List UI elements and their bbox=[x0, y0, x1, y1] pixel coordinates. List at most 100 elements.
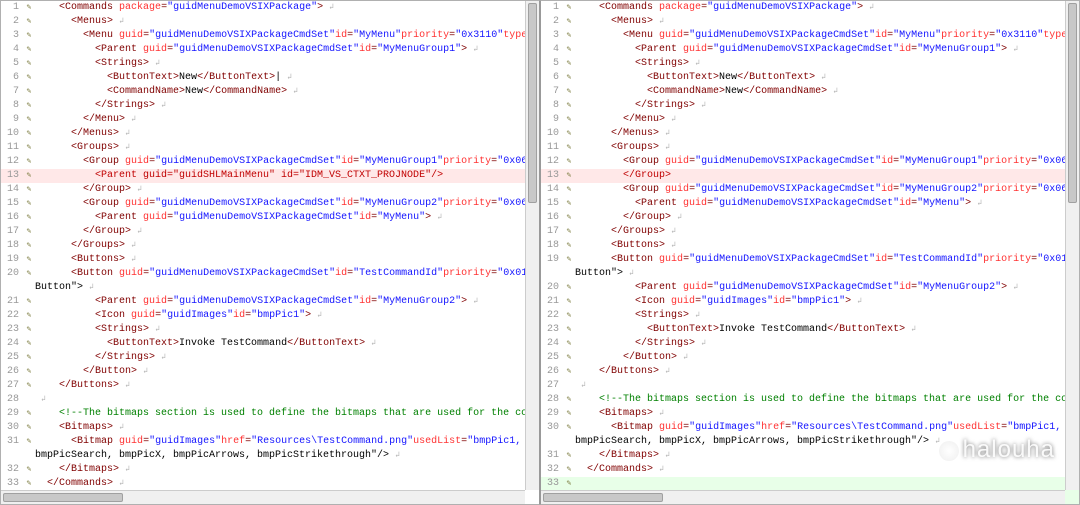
code-source[interactable]: </Strings> ↲ bbox=[575, 337, 1079, 351]
code-source[interactable]: </Group>✖ bbox=[575, 169, 1079, 183]
scroll-thumb[interactable] bbox=[528, 3, 537, 203]
code-source[interactable]: <!--The bitmaps section is used to defin… bbox=[575, 393, 1079, 407]
code-source[interactable]: <Parent guid="guidMenuDemoVSIXPackageCmd… bbox=[575, 197, 1079, 211]
code-source[interactable]: <!--The bitmaps section is used to defin… bbox=[35, 407, 539, 421]
left-scrollbar-horizontal[interactable] bbox=[1, 490, 525, 504]
code-source[interactable]: <Buttons> ↲ bbox=[35, 253, 539, 267]
code-source[interactable]: <Groups> ↲ bbox=[35, 141, 539, 155]
left-scrollbar-vertical[interactable] bbox=[525, 1, 539, 490]
code-source[interactable]: </Commands> ↲ bbox=[575, 463, 1079, 477]
code-line[interactable]: 5✎ <Strings> ↲ bbox=[541, 57, 1079, 71]
scroll-thumb[interactable] bbox=[543, 493, 663, 502]
code-line[interactable]: 15✎ <Parent guid="guidMenuDemoVSIXPackag… bbox=[541, 197, 1079, 211]
code-line[interactable]: 26✎ </Buttons> ↲ bbox=[541, 365, 1079, 379]
code-line[interactable]: 12✎ <Group guid="guidMenuDemoVSIXPackage… bbox=[1, 155, 539, 169]
code-line[interactable]: 27 ↲ bbox=[541, 379, 1079, 393]
code-source[interactable]: <Bitmaps> ↲ bbox=[35, 421, 539, 435]
code-line[interactable]: 9✎ </Menu> ↲ bbox=[541, 113, 1079, 127]
code-source[interactable]: </Bitmaps> ↲ bbox=[35, 463, 539, 477]
code-source[interactable]: </Menus> ↲ bbox=[575, 127, 1079, 141]
code-source[interactable]: </Button> ↲ bbox=[35, 365, 539, 379]
code-source[interactable]: </Menu> ↲ bbox=[35, 113, 539, 127]
code-line[interactable]: 10✎ </Menus> ↲ bbox=[541, 127, 1079, 141]
code-line[interactable]: 7✎ <CommandName>New</CommandName> ↲ bbox=[541, 85, 1079, 99]
code-source[interactable]: <Strings> ↲ bbox=[575, 57, 1079, 71]
code-source[interactable]: <ButtonText>New</ButtonText>| ↲ bbox=[35, 71, 539, 85]
code-line[interactable]: 13✎ </Group>✖ bbox=[541, 169, 1079, 183]
code-source[interactable]: <CommandName>New</CommandName> ↲ bbox=[575, 85, 1079, 99]
code-line[interactable]: 33✎✖ bbox=[541, 477, 1079, 491]
code-line[interactable]: 22✎ <Strings> ↲ bbox=[541, 309, 1079, 323]
code-line[interactable]: 11✎ <Groups> ↲ bbox=[541, 141, 1079, 155]
code-source[interactable]: <Menu guid="guidMenuDemoVSIXPackageCmdSe… bbox=[35, 29, 539, 43]
code-line[interactable]: 31✎ <Bitmap guid="guidImages"href="Resou… bbox=[1, 435, 539, 449]
code-source[interactable]: <Bitmaps> ↲ bbox=[575, 407, 1079, 421]
code-source[interactable]: <Icon guid="guidImages"id="bmpPic1"> ↲ bbox=[35, 309, 539, 323]
code-line[interactable]: 22✎ <Icon guid="guidImages"id="bmpPic1">… bbox=[1, 309, 539, 323]
code-line[interactable]: 30✎ <Bitmaps> ↲ bbox=[1, 421, 539, 435]
code-line[interactable]: 30✎ <Bitmap guid="guidImages"href="Resou… bbox=[541, 421, 1079, 435]
code-line[interactable]: bmpPicSearch, bmpPicX, bmpPicArrows, bmp… bbox=[541, 435, 1079, 449]
code-line[interactable]: 21✎ <Icon guid="guidImages"id="bmpPic1">… bbox=[541, 295, 1079, 309]
code-source[interactable]: <Icon guid="guidImages"id="bmpPic1"> ↲ bbox=[575, 295, 1079, 309]
code-line[interactable]: Button"> ↲ bbox=[1, 281, 539, 295]
code-source[interactable]: <Menus> ↲ bbox=[575, 15, 1079, 29]
code-source[interactable]: </Button> ↲ bbox=[575, 351, 1079, 365]
code-line[interactable]: 24✎ <ButtonText>Invoke TestCommand</Butt… bbox=[1, 337, 539, 351]
code-line[interactable]: 9✎ </Menu> ↲ bbox=[1, 113, 539, 127]
code-line[interactable]: 25✎ </Strings> ↲ bbox=[1, 351, 539, 365]
code-line[interactable]: 20✎ <Parent guid="guidMenuDemoVSIXPackag… bbox=[541, 281, 1079, 295]
code-source[interactable]: <Parent guid="guidMenuDemoVSIXPackageCmd… bbox=[35, 211, 539, 225]
code-source[interactable]: <Group guid="guidMenuDemoVSIXPackageCmdS… bbox=[575, 155, 1079, 169]
code-line[interactable]: 23✎ <Strings> ↲ bbox=[1, 323, 539, 337]
code-source[interactable]: <Parent guid="guidMenuDemoVSIXPackageCmd… bbox=[35, 43, 539, 57]
code-source[interactable]: <Strings> ↲ bbox=[575, 309, 1079, 323]
code-line[interactable]: 26✎ </Button> ↲ bbox=[1, 365, 539, 379]
code-source[interactable]: <Parent guid="guidSHLMainMenu" id="IDM_V… bbox=[35, 169, 539, 183]
code-source[interactable]: ↲ bbox=[35, 393, 539, 407]
code-source[interactable]: </Bitmaps> ↲ bbox=[575, 449, 1079, 463]
code-source[interactable]: </Buttons> ↲ bbox=[35, 379, 539, 393]
code-source[interactable]: <Menu guid="guidMenuDemoVSIXPackageCmdSe… bbox=[575, 29, 1079, 43]
right-code-area[interactable]: 1✎ <Commands package="guidMenuDemoVSIXPa… bbox=[541, 1, 1079, 504]
code-line[interactable]: 20✎ <Button guid="guidMenuDemoVSIXPackag… bbox=[1, 267, 539, 281]
code-source[interactable]: bmpPicSearch, bmpPicX, bmpPicArrows, bmp… bbox=[575, 435, 1079, 449]
code-source[interactable]: <Bitmap guid="guidImages"href="Resources… bbox=[575, 421, 1079, 435]
code-line[interactable]: 25✎ </Button> ↲ bbox=[541, 351, 1079, 365]
code-source[interactable]: <Strings> ↲ bbox=[35, 323, 539, 337]
code-line[interactable]: 24✎ </Strings> ↲ bbox=[541, 337, 1079, 351]
code-source[interactable]: bmpPicSearch, bmpPicX, bmpPicArrows, bmp… bbox=[35, 449, 539, 463]
code-source[interactable]: </Strings> ↲ bbox=[35, 99, 539, 113]
code-source[interactable]: </Group> ↲ bbox=[575, 211, 1079, 225]
code-line[interactable]: 10✎ </Menus> ↲ bbox=[1, 127, 539, 141]
code-line[interactable]: 14✎ <Group guid="guidMenuDemoVSIXPackage… bbox=[541, 183, 1079, 197]
code-line[interactable]: Button"> ↲ bbox=[541, 267, 1079, 281]
code-line[interactable]: 4✎ <Parent guid="guidMenuDemoVSIXPackage… bbox=[541, 43, 1079, 57]
code-source[interactable]: </Menu> ↲ bbox=[575, 113, 1079, 127]
code-source[interactable]: <Commands package="guidMenuDemoVSIXPacka… bbox=[35, 1, 539, 15]
code-source[interactable]: </Groups> ↲ bbox=[575, 225, 1079, 239]
code-line[interactable]: 15✎ <Group guid="guidMenuDemoVSIXPackage… bbox=[1, 197, 539, 211]
code-source[interactable]: </Group> ↲ bbox=[35, 183, 539, 197]
code-source[interactable]: <Commands package="guidMenuDemoVSIXPacka… bbox=[575, 1, 1079, 15]
code-line[interactable]: 4✎ <Parent guid="guidMenuDemoVSIXPackage… bbox=[1, 43, 539, 57]
code-line[interactable]: 18✎ <Buttons> ↲ bbox=[541, 239, 1079, 253]
code-line[interactable]: 23✎ <ButtonText>Invoke TestCommand</Butt… bbox=[541, 323, 1079, 337]
code-line[interactable]: 13✎ <Parent guid="guidSHLMainMenu" id="I… bbox=[1, 169, 539, 183]
code-line[interactable]: 6✎ <ButtonText>New</ButtonText> ↲ bbox=[541, 71, 1079, 85]
code-source[interactable]: <Menus> ↲ bbox=[35, 15, 539, 29]
code-line[interactable]: 1✎ <Commands package="guidMenuDemoVSIXPa… bbox=[1, 1, 539, 15]
code-source[interactable]: <Group guid="guidMenuDemoVSIXPackageCmdS… bbox=[35, 155, 539, 169]
code-source[interactable]: </Strings> ↲ bbox=[575, 99, 1079, 113]
code-line[interactable]: 11✎ <Groups> ↲ bbox=[1, 141, 539, 155]
right-scrollbar-horizontal[interactable] bbox=[541, 490, 1065, 504]
code-source[interactable]: </Strings> ↲ bbox=[35, 351, 539, 365]
code-source[interactable]: <Bitmap guid="guidImages"href="Resources… bbox=[35, 435, 539, 449]
code-line[interactable]: 28 ↲ bbox=[1, 393, 539, 407]
code-line[interactable]: 29✎ <Bitmaps> ↲ bbox=[541, 407, 1079, 421]
code-source[interactable]: <Buttons> ↲ bbox=[575, 239, 1079, 253]
code-source[interactable]: <Strings> ↲ bbox=[35, 57, 539, 71]
code-source[interactable]: <CommandName>New</CommandName> ↲ bbox=[35, 85, 539, 99]
code-line[interactable]: 2✎ <Menus> ↲ bbox=[541, 15, 1079, 29]
code-line[interactable]: 6✎ <ButtonText>New</ButtonText>| ↲ bbox=[1, 71, 539, 85]
